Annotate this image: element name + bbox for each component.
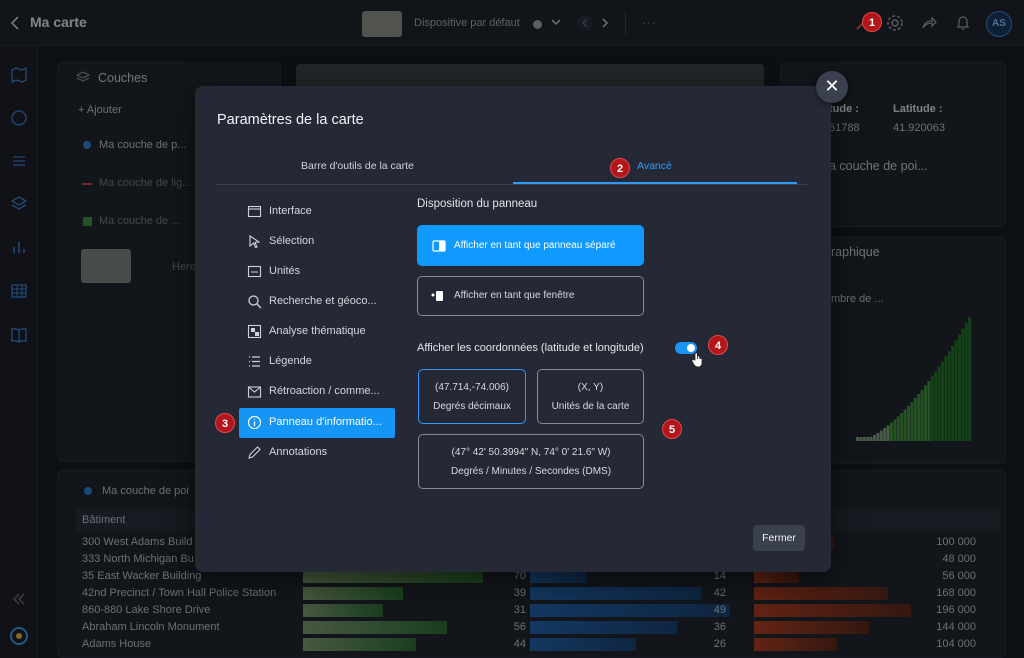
sidebar-item-interface[interactable]: Interface	[239, 197, 395, 227]
sidebar-item-sélection[interactable]: Sélection	[239, 227, 395, 257]
ruler-icon	[247, 265, 262, 278]
sidebar-item-label: Unités	[269, 265, 301, 277]
step-badge: 5	[662, 419, 682, 439]
active-tab-indicator	[513, 182, 797, 184]
tab-toolbar[interactable]: Barre d'outils de la carte	[301, 160, 414, 172]
window-option[interactable]: Afficher en tant que fenêtre	[417, 276, 644, 316]
option-label: Afficher en tant que fenêtre	[454, 290, 575, 301]
sidebar-item-label: Recherche et géoco...	[269, 295, 377, 307]
sidebar-item-unités[interactable]: Unités	[239, 257, 395, 287]
dialog-title: Paramètres de la carte	[217, 112, 364, 128]
panel-layout-label: Disposition du panneau	[417, 198, 538, 210]
step-badge: 2	[610, 158, 630, 178]
format-label: Degrés décimaux	[433, 401, 511, 412]
thematic-icon	[247, 324, 262, 339]
search-icon	[248, 295, 262, 309]
map-settings-dialog: Paramètres de la carte Barre d'outils de…	[195, 86, 831, 572]
sidebar-item-rétroaction-comme[interactable]: Rétroaction / comme...	[239, 377, 395, 407]
feedback-icon	[247, 386, 262, 398]
pen-icon	[248, 446, 261, 459]
info-icon	[247, 415, 262, 430]
format-label: Degrés / Minutes / Secondes (DMS)	[450, 466, 612, 477]
window-icon	[247, 205, 262, 218]
panel-icon	[432, 240, 446, 252]
sidebar-item-label: Légende	[269, 355, 312, 367]
format-example: (47.714,-74.006)	[435, 382, 509, 393]
sidebar-item-analyse-thématique[interactable]: Analyse thématique	[239, 317, 395, 347]
format-example: (X, Y)	[577, 382, 604, 393]
format-label: Unités de la carte	[551, 401, 630, 412]
cursor-icon	[249, 234, 261, 249]
legend-icon	[249, 356, 260, 367]
sidebar-item-label: Interface	[269, 205, 312, 217]
dms-option[interactable]: (47° 42' 50.3994" N, 74° 0' 21.6" W) Deg…	[418, 434, 644, 489]
sidebar-item-annotations[interactable]: Annotations	[239, 438, 395, 468]
sidebar-item-recherche-et-géoco[interactable]: Recherche et géoco...	[239, 287, 395, 317]
tab-advanced[interactable]: Avancé	[637, 160, 672, 172]
separate-panel-option[interactable]: Afficher en tant que panneau séparé	[417, 225, 644, 266]
map-units-option[interactable]: (X, Y) Unités de la carte	[537, 369, 644, 424]
close-icon[interactable]: ✕	[816, 71, 848, 103]
option-label: Afficher en tant que panneau séparé	[454, 240, 616, 251]
close-dialog-button[interactable]: Fermer	[753, 525, 805, 551]
sidebar-item-légende[interactable]: Légende	[239, 347, 395, 377]
hand-cursor-icon	[691, 352, 703, 368]
coordinates-label: Afficher les coordonnées (latitude et lo…	[417, 342, 644, 354]
window-icon	[431, 291, 443, 301]
sidebar-item-panneau-d-informatio[interactable]: Panneau d'informatio...	[239, 408, 395, 438]
tab-divider	[215, 184, 807, 185]
decimal-degrees-option[interactable]: (47.714,-74.006) Degrés décimaux	[418, 369, 526, 424]
sidebar-item-label: Annotations	[269, 446, 328, 458]
sidebar-item-label: Analyse thématique	[269, 325, 366, 337]
step-badge: 1	[862, 12, 882, 32]
format-example: (47° 42' 50.3994" N, 74° 0' 21.6" W)	[451, 447, 611, 458]
sidebar-item-label: Panneau d'informatio...	[269, 416, 382, 428]
step-badge: 3	[215, 413, 235, 433]
step-badge: 4	[708, 335, 728, 355]
sidebar-item-label: Sélection	[269, 235, 315, 247]
sidebar-item-label: Rétroaction / comme...	[269, 385, 380, 397]
